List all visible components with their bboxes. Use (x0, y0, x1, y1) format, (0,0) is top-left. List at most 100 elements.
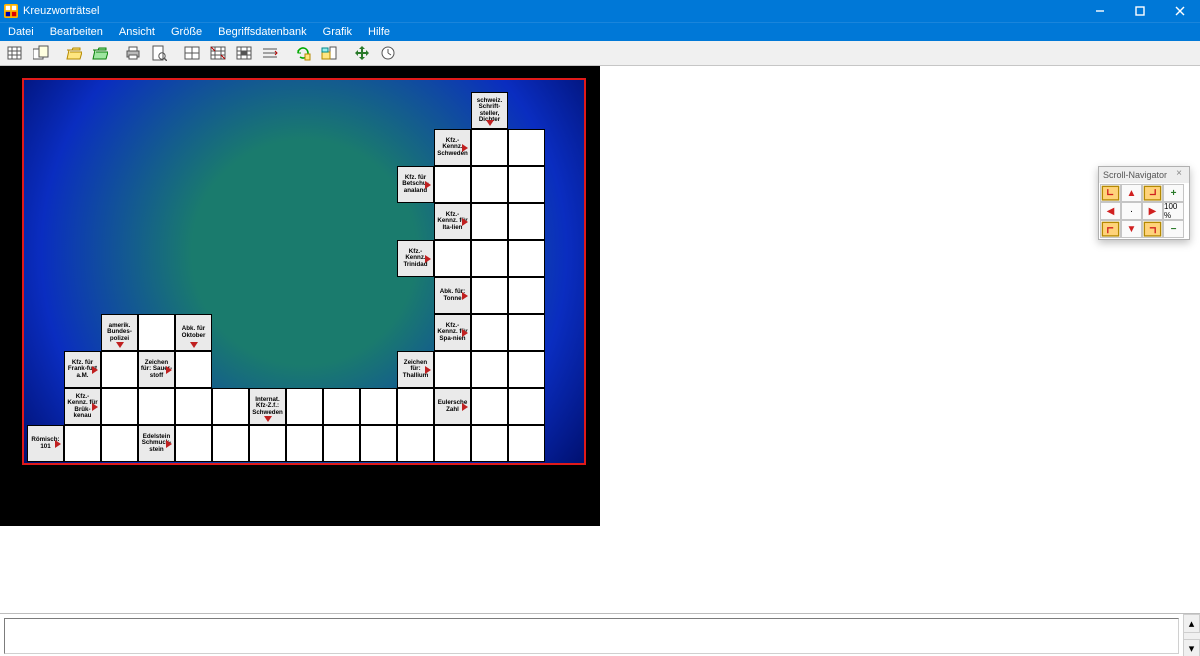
nav-bottomleft[interactable] (1100, 220, 1121, 238)
crossword-cell[interactable] (101, 351, 138, 388)
tb-clock[interactable] (376, 41, 400, 65)
tb-grid-options[interactable] (258, 41, 282, 65)
crossword-cell[interactable] (508, 240, 545, 277)
crossword-cell[interactable] (508, 425, 545, 462)
status-input[interactable] (4, 618, 1179, 654)
crossword-cell[interactable] (175, 351, 212, 388)
crossword-clue[interactable]: Kfz.-Kennz. Trinidad (397, 240, 434, 277)
nav-up[interactable]: ▲ (1121, 184, 1142, 202)
tb-grid-mode-b[interactable] (206, 41, 230, 65)
crossword-cell[interactable] (508, 203, 545, 240)
scroll-navigator[interactable]: Scroll-Navigator × ▲ + ◀ · ▶ 100 % ▼ − (1098, 166, 1190, 240)
crossword-clue[interactable]: Abk. für Oktober (175, 314, 212, 351)
crossword-cell[interactable] (508, 129, 545, 166)
crossword-cell[interactable] (323, 425, 360, 462)
crossword-cell[interactable] (175, 425, 212, 462)
nav-zoom-in[interactable]: + (1163, 184, 1184, 202)
minimize-button[interactable] (1080, 0, 1120, 22)
tb-print-preview[interactable] (147, 41, 171, 65)
crossword-cell[interactable] (138, 314, 175, 351)
crossword-cell[interactable] (360, 425, 397, 462)
menu-bearbeiten[interactable]: Bearbeiten (42, 23, 111, 41)
crossword-cell[interactable] (360, 388, 397, 425)
crossword-clue[interactable]: Römisch: 101 (27, 425, 64, 462)
scroll-navigator-close[interactable]: × (1173, 169, 1185, 181)
crossword-cell[interactable] (397, 388, 434, 425)
crossword-clue[interactable]: Kfz. für Frank-furt a.M. (64, 351, 101, 388)
crossword-cell[interactable] (471, 240, 508, 277)
crossword-grid[interactable]: schweiz. Schrift-steller, DichterKfz.-Ke… (22, 78, 586, 465)
crossword-cell[interactable] (471, 203, 508, 240)
crossword-clue[interactable]: Kfz.-Kennz. Schweden (434, 129, 471, 166)
crossword-clue[interactable]: Eulersche Zahl (434, 388, 471, 425)
crossword-clue[interactable]: Zeichen für: Thallium (397, 351, 434, 388)
crossword-cell[interactable] (471, 388, 508, 425)
tb-print[interactable] (121, 41, 145, 65)
crossword-cell[interactable] (175, 388, 212, 425)
crossword-cell[interactable] (286, 388, 323, 425)
tb-grid-new[interactable] (3, 41, 27, 65)
crossword-cell[interactable] (397, 425, 434, 462)
menu-hilfe[interactable]: Hilfe (360, 23, 398, 41)
crossword-cell[interactable] (323, 388, 360, 425)
crossword-cell[interactable] (508, 351, 545, 388)
crossword-clue[interactable]: Edelstein Schmuck-stein (138, 425, 175, 462)
nav-topright[interactable] (1142, 184, 1163, 202)
nav-topleft[interactable] (1100, 184, 1121, 202)
crossword-cell[interactable] (434, 351, 471, 388)
puzzle-canvas[interactable]: schweiz. Schrift-steller, DichterKfz.-Ke… (0, 66, 600, 526)
tb-arrows-tool[interactable] (350, 41, 374, 65)
crossword-cell[interactable] (64, 425, 101, 462)
crossword-cell[interactable] (471, 351, 508, 388)
crossword-cell[interactable] (434, 425, 471, 462)
menu-begriffsdatenbank[interactable]: Begriffsdatenbank (210, 23, 314, 41)
crossword-cell[interactable] (286, 425, 323, 462)
menu-groesse[interactable]: Größe (163, 23, 210, 41)
crossword-clue[interactable]: Abk. für: Tonne (434, 277, 471, 314)
crossword-clue[interactable]: Kfz.-Kennz. für Spa-nien (434, 314, 471, 351)
scroll-navigator-title[interactable]: Scroll-Navigator × (1099, 167, 1189, 183)
menu-ansicht[interactable]: Ansicht (111, 23, 163, 41)
crossword-cell[interactable] (471, 129, 508, 166)
crossword-cell[interactable] (101, 388, 138, 425)
tb-open[interactable] (62, 41, 86, 65)
tb-refresh-db[interactable] (291, 41, 315, 65)
crossword-clue[interactable]: Zeichen für: Sauer-stoff (138, 351, 175, 388)
close-button[interactable] (1160, 0, 1200, 22)
tb-grid-sheet[interactable] (29, 41, 53, 65)
crossword-cell[interactable] (508, 277, 545, 314)
crossword-clue[interactable]: Kfz.-Kennz. für Ita-lien (434, 203, 471, 240)
crossword-clue[interactable]: Kfz. für Betschu-analand (397, 166, 434, 203)
crossword-cell[interactable] (508, 166, 545, 203)
nav-bottomright[interactable] (1142, 220, 1163, 238)
scroll-up-button[interactable]: ▴ (1183, 614, 1200, 633)
maximize-button[interactable] (1120, 0, 1160, 22)
tb-grid-mode-c[interactable] (232, 41, 256, 65)
crossword-clue[interactable]: Kfz.-Kennz. für Brük-kenau (64, 388, 101, 425)
crossword-cell[interactable] (471, 166, 508, 203)
crossword-cell[interactable] (434, 240, 471, 277)
crossword-clue[interactable]: amerik. Bundes-polizei (101, 314, 138, 351)
crossword-clue[interactable]: Internat. Kfz-Z.f.: Schweden (249, 388, 286, 425)
crossword-cell[interactable] (101, 425, 138, 462)
crossword-cell[interactable] (508, 314, 545, 351)
nav-center[interactable]: · (1121, 202, 1142, 220)
tb-view-db[interactable] (317, 41, 341, 65)
crossword-cell[interactable] (212, 425, 249, 462)
nav-left[interactable]: ◀ (1100, 202, 1121, 220)
crossword-cell[interactable] (434, 166, 471, 203)
crossword-cell[interactable] (212, 388, 249, 425)
tb-save[interactable] (88, 41, 112, 65)
crossword-cell[interactable] (471, 425, 508, 462)
crossword-cell[interactable] (508, 388, 545, 425)
crossword-cell[interactable] (249, 425, 286, 462)
tb-grid-mode-a[interactable] (180, 41, 204, 65)
nav-down[interactable]: ▼ (1121, 220, 1142, 238)
crossword-clue[interactable]: schweiz. Schrift-steller, Dichter (471, 92, 508, 129)
crossword-cell[interactable] (471, 277, 508, 314)
crossword-cell[interactable] (471, 314, 508, 351)
menu-grafik[interactable]: Grafik (315, 23, 360, 41)
status-scrollbar[interactable]: ▴ ▾ (1183, 614, 1200, 656)
crossword-cell[interactable] (138, 388, 175, 425)
nav-right[interactable]: ▶ (1142, 202, 1163, 220)
